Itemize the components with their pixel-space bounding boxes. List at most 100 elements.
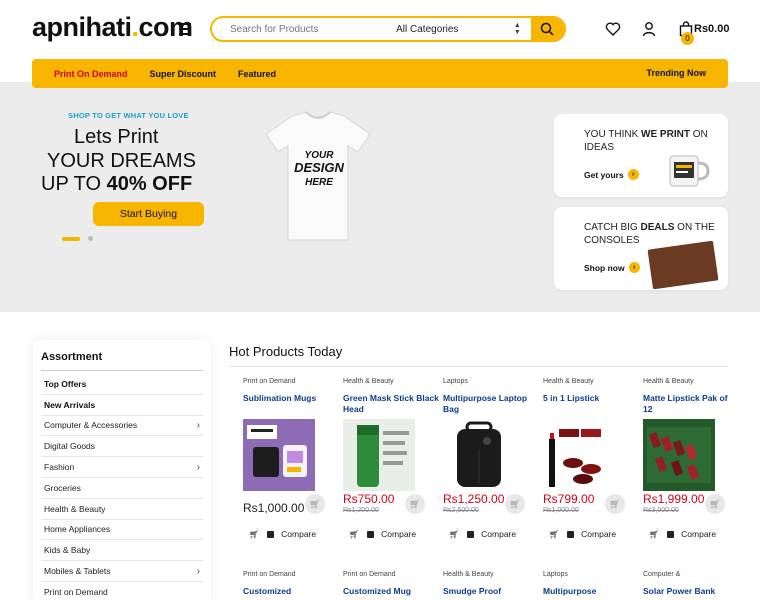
compare-checkbox-icon[interactable] bbox=[267, 530, 275, 538]
carousel-dot[interactable] bbox=[88, 236, 93, 241]
product-name[interactable]: 5 in 1 Lipstick bbox=[543, 393, 639, 415]
compare-button[interactable]: 🛒︎ Compare bbox=[249, 529, 316, 539]
promo-card-print[interactable]: YOU THINK WE PRINT ON IDEAS Get yours › bbox=[554, 114, 728, 197]
compare-button[interactable]: 🛒︎ Compare bbox=[349, 529, 416, 539]
compare-checkbox-icon[interactable] bbox=[367, 530, 375, 538]
console-image bbox=[647, 240, 719, 290]
site-logo[interactable]: apnihati.com bbox=[32, 12, 193, 43]
compare-button[interactable]: 🛒︎ Compare bbox=[449, 529, 516, 539]
cart-icon[interactable]: 🛒︎ bbox=[449, 530, 459, 539]
add-to-cart-icon[interactable]: 🛒︎ bbox=[305, 494, 325, 514]
product-old-price: Rs2,500.00 bbox=[443, 507, 479, 514]
search-button[interactable] bbox=[530, 18, 564, 40]
product-image[interactable] bbox=[243, 419, 315, 491]
product-category[interactable]: Laptops bbox=[543, 571, 639, 578]
shop-now-link[interactable]: Shop now › bbox=[584, 262, 640, 273]
nav-trending-now[interactable]: Trending Now bbox=[647, 68, 707, 78]
hot-products-title: Hot Products Today bbox=[229, 344, 343, 359]
promo-card-consoles[interactable]: CATCH BIG DEALS ON THE CONSOLES Shop now… bbox=[554, 207, 728, 290]
compare-checkbox-icon[interactable] bbox=[567, 530, 575, 538]
sidebar-category-label: Groceries bbox=[44, 482, 81, 493]
add-to-cart-icon[interactable]: 🛒︎ bbox=[705, 494, 725, 514]
add-to-cart-icon[interactable]: 🛒︎ bbox=[605, 494, 625, 514]
site-header: apnihati.com All Categories ▲▼ 0 Rs0.00 bbox=[0, 0, 760, 58]
divider bbox=[41, 370, 203, 371]
sidebar-category-item[interactable]: Fashion › bbox=[41, 457, 203, 478]
cart-icon[interactable]: 🛒︎ bbox=[549, 530, 559, 539]
sidebar-category-item[interactable]: Mobiles & Tablets › bbox=[41, 561, 203, 582]
cart-icon[interactable]: 🛒︎ bbox=[349, 530, 359, 539]
main-nav: Print On Demand Super Discount Featured … bbox=[32, 59, 728, 88]
product-name[interactable]: Smudge Proof bbox=[443, 586, 539, 596]
add-to-cart-icon[interactable]: 🛒︎ bbox=[505, 494, 525, 514]
start-buying-button[interactable]: Start Buying bbox=[93, 202, 204, 226]
assortment-sidebar: Assortment Top Offers New Arrivals Compute… bbox=[33, 340, 211, 600]
sidebar-category-item[interactable]: Print on Demand bbox=[41, 582, 203, 600]
product-name[interactable]: Green Mask Stick Black Head bbox=[343, 393, 439, 415]
nav-print-on-demand[interactable]: Print On Demand bbox=[54, 69, 128, 79]
product-category[interactable]: Health & Beauty bbox=[543, 378, 639, 385]
product-card[interactable]: Print on Demand Customized bbox=[243, 571, 339, 596]
product-old-price: Rs3,000.00 bbox=[643, 507, 679, 514]
cart-icon[interactable]: 🛒︎ bbox=[649, 530, 659, 539]
compare-checkbox-icon[interactable] bbox=[667, 530, 675, 538]
add-to-cart-icon[interactable]: 🛒︎ bbox=[405, 494, 425, 514]
product-category[interactable]: Print on Demand bbox=[243, 571, 339, 578]
category-select-value: All Categories bbox=[396, 23, 459, 35]
product-name[interactable]: Customized Mug bbox=[343, 586, 439, 596]
svg-text:HERE: HERE bbox=[305, 177, 333, 188]
product-category[interactable]: Health & Beauty bbox=[643, 378, 739, 385]
compare-button[interactable]: 🛒︎ Compare bbox=[649, 529, 716, 539]
nav-featured[interactable]: Featured bbox=[238, 69, 276, 79]
product-image[interactable] bbox=[343, 419, 415, 491]
product-card[interactable]: Computer & Solar Power Bank bbox=[643, 571, 739, 596]
product-card[interactable]: Laptops Multipurpose Laptop Bag Rs1,250.00… bbox=[443, 378, 539, 539]
product-name[interactable]: Solar Power Bank bbox=[643, 586, 739, 596]
category-select[interactable]: All Categories ▲ ▼ bbox=[378, 18, 531, 40]
product-category[interactable]: Computer & bbox=[643, 571, 739, 578]
sidebar-category-item[interactable]: Health & Beauty bbox=[41, 499, 203, 520]
product-category[interactable]: Laptops bbox=[443, 378, 539, 385]
account-user-icon[interactable] bbox=[641, 21, 657, 37]
product-card[interactable]: Health & Beauty Matte Lipstick Pak of 12 R… bbox=[643, 378, 739, 539]
get-yours-link[interactable]: Get yours › bbox=[584, 169, 639, 180]
product-image[interactable] bbox=[443, 419, 515, 491]
product-name[interactable]: Customized bbox=[243, 586, 339, 596]
product-image[interactable] bbox=[543, 419, 615, 491]
cart-icon[interactable]: 🛒︎ bbox=[249, 530, 259, 539]
product-card[interactable]: Print on Demand Sublimation Mugs Rs1,000.0… bbox=[243, 378, 339, 539]
product-name[interactable]: Multipurpose bbox=[543, 586, 639, 596]
sidebar-category-label: Print on Demand bbox=[44, 586, 108, 597]
sidebar-category-item[interactable]: New Arrivals bbox=[41, 395, 203, 416]
product-name[interactable]: Multipurpose Laptop Bag bbox=[443, 393, 539, 415]
product-card[interactable]: Health & Beauty Green Mask Stick Black He… bbox=[343, 378, 439, 539]
sidebar-category-item[interactable]: Home Appliances bbox=[41, 520, 203, 541]
compare-checkbox-icon[interactable] bbox=[467, 530, 475, 538]
product-card[interactable]: Laptops Multipurpose bbox=[543, 571, 639, 596]
product-category[interactable]: Print on Demand bbox=[343, 571, 439, 578]
sidebar-category-item[interactable]: Top Offers bbox=[41, 374, 203, 395]
sidebar-category-item[interactable]: Digital Goods bbox=[41, 436, 203, 458]
carousel-dot-active[interactable] bbox=[62, 236, 80, 241]
product-name[interactable]: Matte Lipstick Pak of 12 bbox=[643, 393, 739, 415]
product-category[interactable]: Print on Demand bbox=[243, 378, 339, 385]
product-image[interactable] bbox=[643, 419, 715, 491]
product-card[interactable]: Print on Demand Customized Mug bbox=[343, 571, 439, 596]
sidebar-category-label: Mobiles & Tablets bbox=[44, 566, 111, 577]
product-category[interactable]: Health & Beauty bbox=[443, 571, 539, 578]
sidebar-category-item[interactable]: Kids & Baby bbox=[41, 540, 203, 562]
sidebar-category-item[interactable]: Computer & Accessories › bbox=[41, 416, 203, 437]
sidebar-category-label: Fashion bbox=[44, 462, 75, 473]
compare-button[interactable]: 🛒︎ Compare bbox=[549, 529, 616, 539]
menu-icon[interactable] bbox=[179, 23, 191, 35]
search-input[interactable] bbox=[212, 18, 379, 40]
product-name[interactable]: Sublimation Mugs bbox=[243, 393, 339, 415]
product-card[interactable]: Health & Beauty 5 in 1 Lipstick Rs799.00 Rs… bbox=[543, 378, 639, 539]
product-category[interactable]: Health & Beauty bbox=[343, 378, 439, 385]
wishlist-heart-icon[interactable] bbox=[605, 21, 621, 37]
sidebar-category-item[interactable]: Groceries bbox=[41, 478, 203, 499]
product-card[interactable]: Health & Beauty Smudge Proof bbox=[443, 571, 539, 596]
cart-total[interactable]: Rs0.00 bbox=[694, 23, 729, 35]
hero-headline-1: Lets Print bbox=[74, 126, 159, 148]
nav-super-discount[interactable]: Super Discount bbox=[150, 69, 217, 79]
